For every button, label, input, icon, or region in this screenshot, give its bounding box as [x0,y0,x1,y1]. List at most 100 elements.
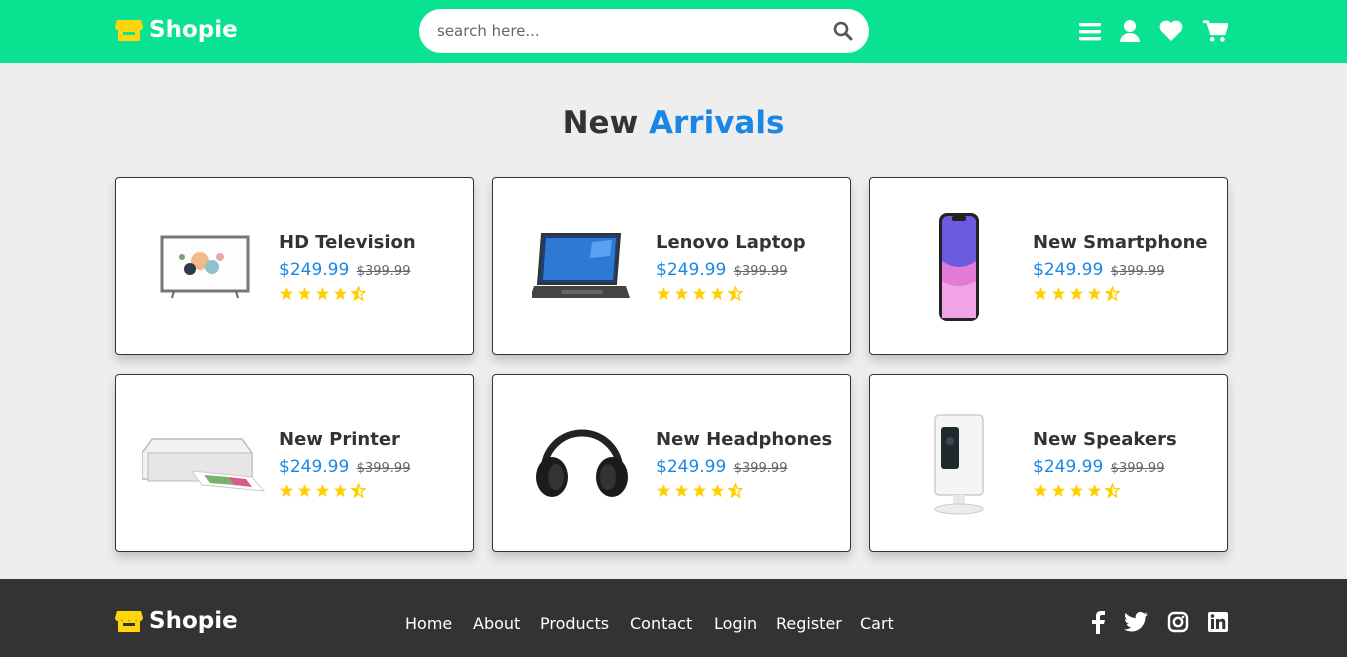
star-icon [297,286,312,301]
half-star-icon [728,483,743,498]
twitter-icon[interactable] [1124,610,1148,634]
rating-stars [656,286,743,301]
instagram-icon[interactable] [1166,610,1190,634]
half-star-icon [351,483,366,498]
star-icon [1033,286,1048,301]
heart-icon[interactable] [1158,18,1184,44]
star-icon [315,286,330,301]
menu-icon[interactable] [1077,19,1103,45]
product-price: $249.99 $399.99 [279,260,410,280]
rating-stars [279,483,366,498]
product-image-television [140,200,270,334]
old-price: $399.99 [1110,264,1165,279]
logo[interactable]: Shopie [115,17,238,43]
product-name[interactable]: Lenovo Laptop [656,232,806,253]
old-price: $399.99 [356,461,411,476]
star-icon [333,286,348,301]
footer-logo[interactable]: Shopie [115,608,238,634]
current-price: $249.99 [279,260,350,280]
old-price: $399.99 [1110,461,1165,476]
star-icon [692,286,707,301]
star-icon [1051,286,1066,301]
store-icon [115,20,143,41]
footer-link-contact[interactable]: Contact [630,614,692,633]
facebook-icon[interactable] [1086,610,1110,634]
rating-stars [656,483,743,498]
section-title: New Arrivals [0,105,1347,141]
footer-link-products[interactable]: Products [540,614,609,633]
star-icon [1051,483,1066,498]
logo-text: Shopie [149,608,238,634]
product-name[interactable]: New Printer [279,429,400,450]
star-icon [1069,483,1084,498]
footer: Shopie Home About Products Contact Login… [0,579,1347,657]
old-price: $399.99 [733,461,788,476]
star-icon [1069,286,1084,301]
user-icon[interactable] [1117,18,1143,44]
star-icon [1033,483,1048,498]
star-icon [674,286,689,301]
product-image-smartphone [894,200,1024,334]
product-card[interactable]: New Headphones $249.99 $399.99 [492,374,851,552]
product-price: $249.99 $399.99 [656,260,787,280]
product-card[interactable]: New Smartphone $249.99 $399.99 [869,177,1228,355]
footer-link-cart[interactable]: Cart [860,614,894,633]
store-icon [115,611,143,632]
section-title-part1: New [562,105,639,141]
star-icon [315,483,330,498]
star-icon [1087,286,1102,301]
rating-stars [279,286,366,301]
star-icon [1087,483,1102,498]
half-star-icon [1105,286,1120,301]
star-icon [279,483,294,498]
product-card[interactable]: HD Television $249.99 $399.99 [115,177,474,355]
star-icon [674,483,689,498]
star-icon [710,286,725,301]
product-name[interactable]: HD Television [279,232,416,253]
product-name[interactable]: New Smartphone [1033,232,1208,253]
header: Shopie [0,0,1347,63]
footer-link-login[interactable]: Login [714,614,757,633]
product-image-headphones [517,397,647,531]
product-price: $249.99 $399.99 [656,457,787,477]
half-star-icon [1105,483,1120,498]
star-icon [656,286,671,301]
star-icon [333,483,348,498]
star-icon [297,483,312,498]
rating-stars [1033,286,1120,301]
old-price: $399.99 [733,264,788,279]
footer-link-register[interactable]: Register [776,614,842,633]
star-icon [656,483,671,498]
footer-link-about[interactable]: About [473,614,520,633]
product-image-laptop [517,200,647,334]
footer-link-home[interactable]: Home [405,614,452,633]
current-price: $249.99 [279,457,350,477]
product-image-printer [140,397,270,531]
product-card[interactable]: New Printer $249.99 $399.99 [115,374,474,552]
half-star-icon [351,286,366,301]
star-icon [692,483,707,498]
current-price: $249.99 [1033,260,1104,280]
old-price: $399.99 [356,264,411,279]
logo-text: Shopie [149,17,238,43]
product-price: $249.99 $399.99 [1033,457,1164,477]
search-bar [419,9,869,53]
rating-stars [1033,483,1120,498]
current-price: $249.99 [1033,457,1104,477]
product-card[interactable]: Lenovo Laptop $249.99 $399.99 [492,177,851,355]
current-price: $249.99 [656,457,727,477]
search-input[interactable] [437,22,817,40]
star-icon [710,483,725,498]
product-image-speakers [894,397,1024,531]
product-price: $249.99 $399.99 [1033,260,1164,280]
current-price: $249.99 [656,260,727,280]
product-price: $249.99 $399.99 [279,457,410,477]
product-name[interactable]: New Headphones [656,429,832,450]
search-icon[interactable] [833,21,853,41]
cart-icon[interactable] [1202,18,1228,44]
half-star-icon [728,286,743,301]
product-card[interactable]: New Speakers $249.99 $399.99 [869,374,1228,552]
linkedin-icon[interactable] [1206,610,1230,634]
product-name[interactable]: New Speakers [1033,429,1177,450]
star-icon [279,286,294,301]
